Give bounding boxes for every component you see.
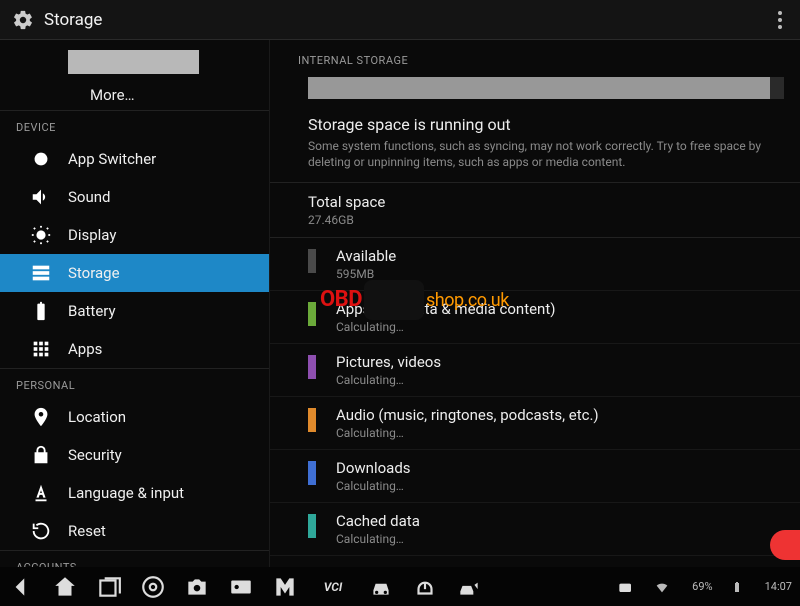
category-label: Cached data	[336, 512, 420, 530]
storage-icon	[30, 262, 52, 284]
sidebar-item-label: Language & input	[68, 484, 184, 502]
clock: 14:07	[765, 580, 792, 593]
settings-sidebar: More… DEVICE App Switcher Sound Display …	[0, 40, 270, 567]
category-label: Downloads	[336, 459, 411, 477]
sidebar-item-label: App Switcher	[68, 150, 156, 168]
category-swatch	[308, 355, 316, 379]
category-label: Apps (app data & media content)	[336, 300, 555, 318]
reset-icon	[30, 520, 52, 542]
category-value: Calculating…	[336, 479, 411, 493]
sidebar-category-personal: PERSONAL	[0, 368, 269, 398]
sidebar-more[interactable]: More…	[0, 80, 269, 110]
storage-bar-used	[308, 77, 770, 99]
warning-title: Storage space is running out	[308, 115, 770, 134]
sidebar-item-location[interactable]: Location	[0, 398, 269, 436]
sidebar-item-security[interactable]: Security	[0, 436, 269, 474]
circle-icon	[30, 148, 52, 170]
storage-category-row[interactable]: Misc.	[270, 556, 800, 567]
header-title: Storage	[44, 10, 102, 30]
apps-grid-icon	[30, 338, 52, 360]
home-icon[interactable]	[52, 574, 78, 600]
category-label: Pictures, videos	[336, 353, 441, 371]
storage-category-row[interactable]: Apps (app data & media content) Calculati…	[270, 291, 800, 344]
sidebar-item-display[interactable]: Display	[0, 216, 269, 254]
sidebar-category-accounts: ACCOUNTS	[0, 550, 269, 567]
m-shortcut-icon[interactable]	[272, 574, 298, 600]
corner-badge-icon	[770, 530, 800, 560]
sidebar-category-device: DEVICE	[0, 110, 269, 140]
section-title-internal-storage: INTERNAL STORAGE	[270, 40, 800, 77]
sidebar-item-label: Location	[68, 408, 126, 426]
sidebar-redacted-block	[68, 50, 199, 74]
sidebar-item-storage[interactable]: Storage	[0, 254, 269, 292]
sidebar-item-label: Apps	[68, 340, 102, 358]
category-value: Calculating…	[336, 532, 420, 546]
back-icon[interactable]	[8, 574, 34, 600]
brightness-icon	[30, 224, 52, 246]
warning-text: Some system functions, such as syncing, …	[308, 138, 770, 170]
wifi-icon[interactable]	[654, 574, 670, 600]
category-swatch	[308, 461, 316, 485]
notification-icon[interactable]	[616, 574, 636, 600]
sidebar-item-label: Storage	[68, 264, 120, 282]
chrome-icon[interactable]	[140, 574, 166, 600]
app-shortcut-icon[interactable]	[228, 574, 254, 600]
lock-icon	[30, 444, 52, 466]
recent-apps-icon[interactable]	[96, 574, 122, 600]
storage-bar	[308, 77, 784, 99]
settings-gear-icon	[12, 9, 34, 31]
sidebar-item-app-switcher[interactable]: App Switcher	[0, 140, 269, 178]
battery-status-icon	[731, 574, 743, 600]
storage-category-row[interactable]: Pictures, videos Calculating…	[270, 344, 800, 397]
storage-category-row[interactable]: Available 595MB	[270, 238, 800, 291]
speaker-icon	[30, 186, 52, 208]
total-space-value: 27.46GB	[308, 213, 770, 227]
category-swatch	[308, 514, 316, 538]
sidebar-item-reset[interactable]: Reset	[0, 512, 269, 550]
vci-shortcut-icon[interactable]: VCI	[316, 574, 350, 600]
sidebar-item-label: Security	[68, 446, 122, 464]
category-swatch	[308, 249, 316, 273]
category-value: Calculating…	[336, 320, 555, 334]
battery-icon	[30, 300, 52, 322]
storage-category-row[interactable]: Cached data Calculating…	[270, 503, 800, 556]
sidebar-item-sound[interactable]: Sound	[0, 178, 269, 216]
system-navbar: VCI 69% 14:07	[0, 567, 800, 606]
overflow-menu-icon[interactable]	[778, 11, 782, 29]
location-pin-icon	[30, 406, 52, 428]
sidebar-item-label: Battery	[68, 302, 116, 320]
sidebar-item-language[interactable]: Language & input	[0, 474, 269, 512]
total-space-label: Total space	[308, 193, 770, 211]
tpms-icon[interactable]	[412, 574, 438, 600]
category-value: 595MB	[336, 267, 396, 281]
category-label: Available	[336, 247, 396, 265]
sidebar-item-label: Display	[68, 226, 116, 244]
category-swatch	[308, 302, 316, 326]
camera-icon[interactable]	[184, 574, 210, 600]
battery-percent: 69%	[692, 580, 712, 593]
storage-warning: Storage space is running out Some system…	[270, 99, 800, 183]
storage-category-row[interactable]: Audio (music, ringtones, podcasts, etc.)…	[270, 397, 800, 450]
language-a-icon	[30, 482, 52, 504]
category-label: Audio (music, ringtones, podcasts, etc.)	[336, 406, 599, 424]
sidebar-item-apps[interactable]: Apps	[0, 330, 269, 368]
car-shop-icon[interactable]	[456, 574, 482, 600]
category-swatch	[308, 408, 316, 432]
sidebar-item-label: Sound	[68, 188, 110, 206]
sidebar-item-battery[interactable]: Battery	[0, 292, 269, 330]
storage-panel: INTERNAL STORAGE Storage space is runnin…	[270, 40, 800, 567]
storage-category-row[interactable]: Downloads Calculating…	[270, 450, 800, 503]
total-space-block: Total space 27.46GB	[270, 183, 800, 238]
category-value: Calculating…	[336, 373, 441, 387]
category-value: Calculating…	[336, 426, 599, 440]
car-diag-icon[interactable]	[368, 574, 394, 600]
sidebar-item-label: Reset	[68, 522, 106, 540]
